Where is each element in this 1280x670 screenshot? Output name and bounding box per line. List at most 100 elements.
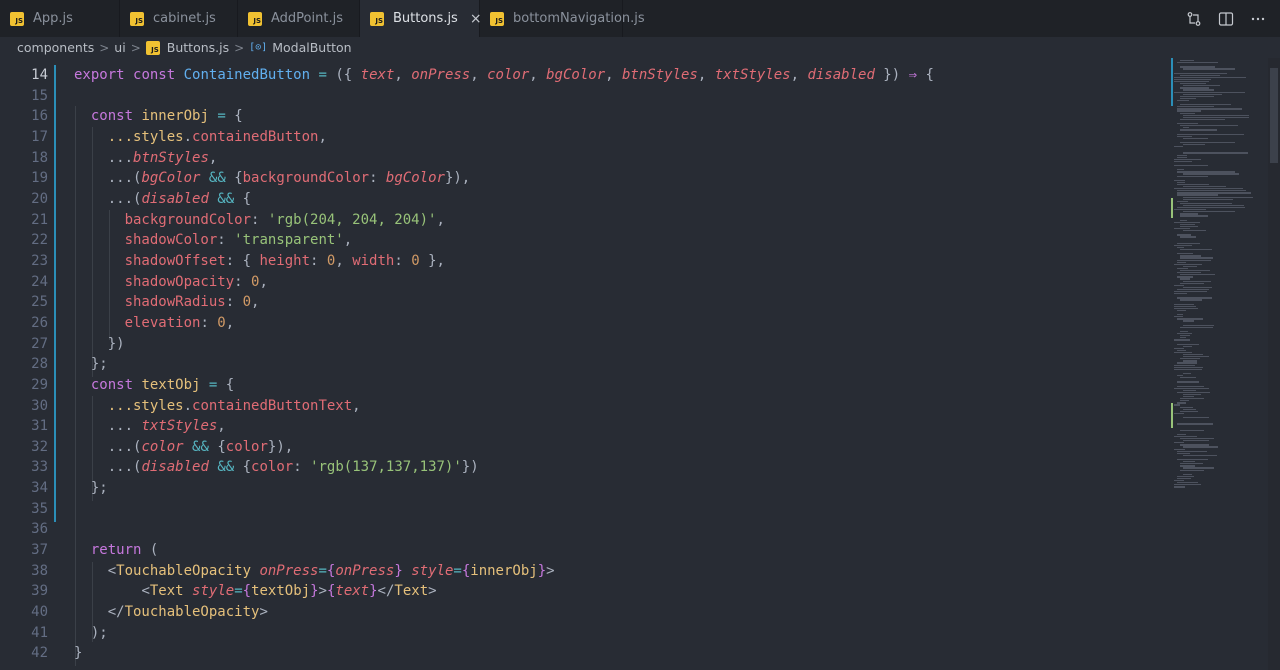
minimap-line [1177,349,1187,352]
source-control-icon-glyph [1187,11,1201,26]
minimap-line [1180,112,1196,114]
minimap-line [1183,93,1222,95]
minimap-line [1180,377,1196,379]
minimap-line [1183,152,1249,154]
minimap-line [1183,286,1212,289]
minimap-line [1183,473,1193,475]
minimap-line [1174,188,1243,190]
minimap-line [1174,307,1198,310]
minimap-line [1174,81,1210,83]
minimap-line [1174,412,1184,415]
line-number: 34 [31,480,48,497]
minimap-line [1174,368,1202,370]
tab-addpoint-js[interactable]: JS AddPoint.js [238,0,360,37]
minimap-line [1183,211,1236,213]
code-line: 37 return ( [0,540,1170,561]
minimap-line [1183,417,1209,419]
minimap-line [1174,484,1201,486]
minimap-line [1183,230,1207,232]
minimap-line [1180,274,1215,276]
minimap-line [1174,387,1209,389]
tab-label: AddPoint.js [271,11,343,26]
minimap-line [1174,364,1195,366]
minimap-line [1180,429,1205,431]
line-number: 31 [31,418,48,435]
vertical-scrollbar[interactable] [1268,58,1280,670]
tab-cabinet-js[interactable]: JS cabinet.js [120,0,238,37]
more-actions-icon[interactable] [1250,11,1266,27]
minimap-line [1177,190,1247,192]
minimap-line [1177,207,1245,209]
minimap-line [1177,108,1242,110]
minimap-line [1174,351,1193,354]
minimap-line [1183,280,1212,282]
line-number: 23 [31,252,48,269]
minimap-line [1183,393,1202,396]
minimap-line [1183,454,1218,457]
line-number: 21 [31,211,48,228]
minimap-line [1177,482,1198,484]
breadcrumb-item-ui[interactable]: ui [114,40,125,55]
scrollbar-thumb[interactable] [1270,68,1278,163]
minimap-line [1174,263,1202,265]
js-file-icon: JS [490,11,504,26]
source-control-icon[interactable] [1186,11,1202,27]
code-line: 21 backgroundColor: 'rgb(204, 204, 204)'… [0,210,1170,231]
line-number: 19 [31,170,48,187]
minimap-line [1180,60,1195,62]
minimap-line [1177,181,1186,184]
minimap-line [1177,200,1189,202]
minimap-line [1180,223,1196,226]
minimap-line [1177,385,1205,387]
line-number: 36 [31,521,48,538]
minimap-line [1183,320,1194,322]
tab-bottomnavigation-js[interactable]: JS bottomNavigation.js [480,0,645,37]
minimap-line [1183,68,1236,70]
minimap-line [1183,198,1234,200]
minimap-line [1174,179,1185,181]
minimap-line [1177,135,1192,137]
breadcrumb-separator: > [130,40,141,55]
minimap-line [1177,402,1186,404]
code-line: 14 export const ContainedButton = ({ text… [0,65,1170,86]
code-line: 32 ...(color && {color}), [0,437,1170,458]
line-number: 24 [31,273,48,290]
minimap-line [1177,318,1204,320]
minimap-line [1180,141,1235,144]
minimap-line [1180,270,1210,272]
minimap-line [1180,398,1204,400]
minimap-line [1174,448,1186,450]
minimap-line [1174,160,1192,163]
minimap-line [1183,467,1215,469]
code-editor[interactable]: 14 export const ContainedButton = ({ text… [0,58,1280,670]
minimap-line [1177,194,1218,196]
minimap-line [1180,438,1215,440]
line-number: 18 [31,149,48,166]
minimap-line [1177,133,1245,135]
minimap-line [1177,477,1191,480]
code-line: 40 </TouchableOpacity> [0,602,1170,623]
minimap-line [1183,186,1226,188]
breadcrumb-item-file[interactable]: Buttons.js [167,40,229,55]
code-line: 24 shadowOpacity: 0, [0,272,1170,293]
minimap-line [1174,209,1206,211]
minimap-line [1177,99,1190,102]
breadcrumb-item-symbol[interactable]: ModalButton [272,40,351,55]
minimap-line [1180,202,1232,205]
split-editor-icon[interactable] [1218,11,1234,27]
minimap-line [1174,78,1212,81]
minimap-line [1177,314,1184,316]
minimap-line [1180,125,1238,127]
code-line: 42} [0,643,1170,664]
minimap-line [1177,175,1209,177]
minimap-line [1174,303,1195,305]
minimap[interactable] [1168,58,1266,670]
tab-app-js[interactable]: JS App.js [0,0,120,37]
tab-buttons-js[interactable]: JS Buttons.js × [360,0,482,37]
minimap-line [1177,433,1186,436]
minimap-line [1177,297,1213,299]
breadcrumb-item-components[interactable]: components [17,40,94,55]
minimap-line [1177,106,1214,108]
minimap-line [1177,452,1191,454]
editor-tab-bar: JS App.js JS cabinet.js JS AddPoint.js J… [0,0,1280,37]
